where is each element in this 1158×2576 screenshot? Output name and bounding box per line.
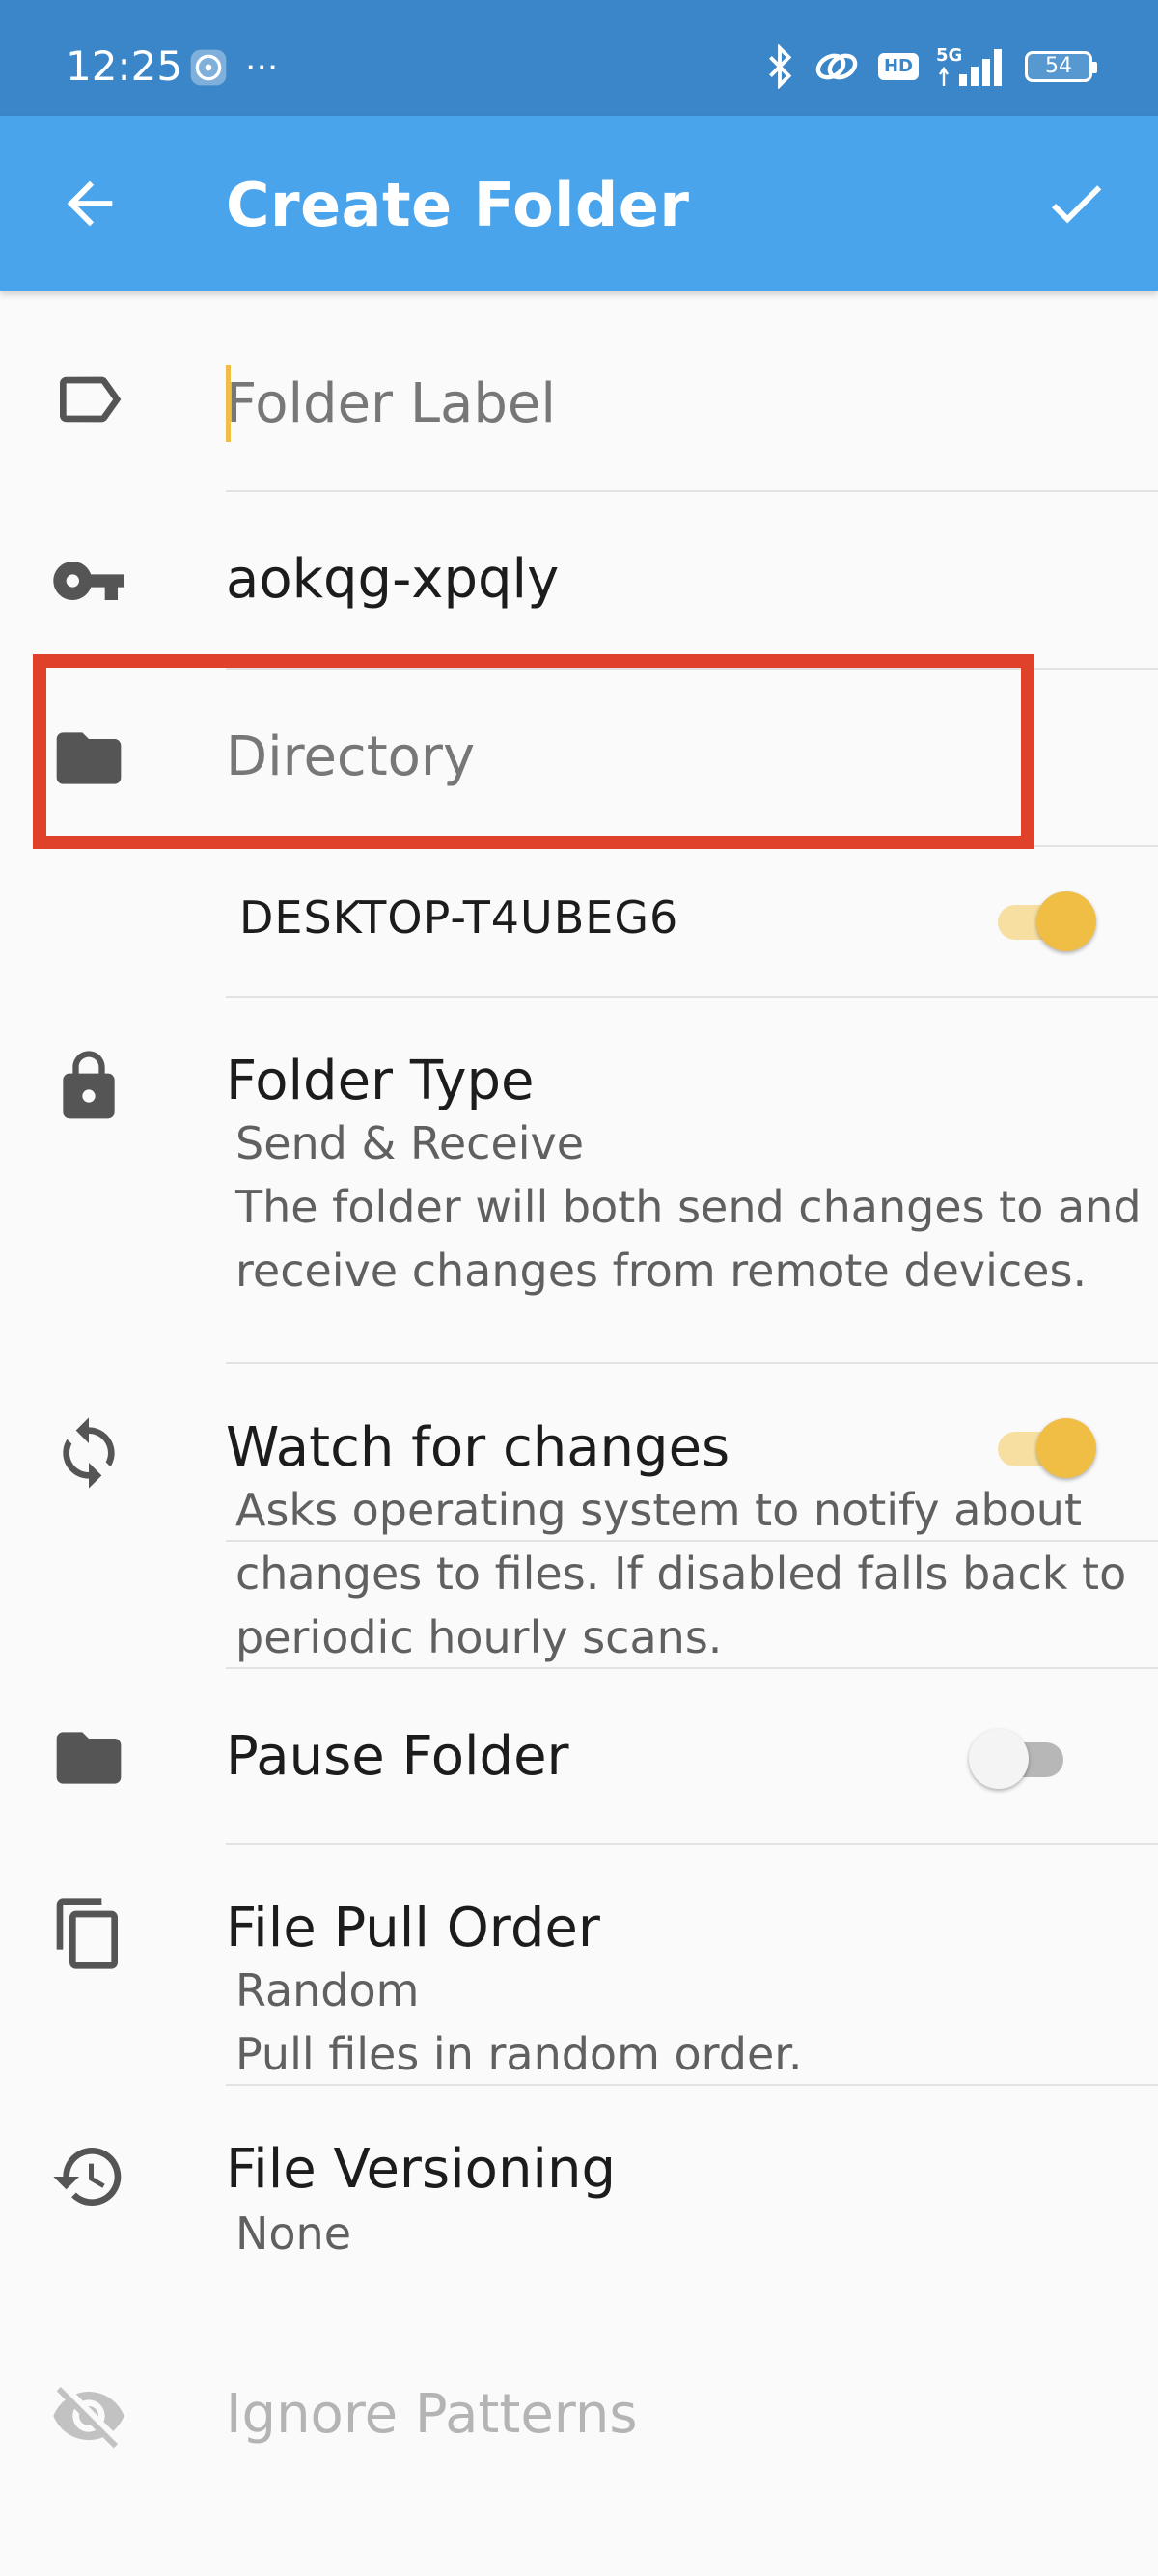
- key-icon: [53, 562, 124, 600]
- folder-label-row: Folder Label: [0, 291, 1158, 492]
- history-icon: [53, 2148, 122, 2206]
- pause-folder-toggle[interactable]: [969, 1723, 1075, 1791]
- bluetooth-icon: [769, 44, 792, 89]
- folder-id-row: aokqg-xpqly: [0, 492, 1158, 670]
- hd-icon: HD: [877, 53, 919, 80]
- status-right-icons: HD 5G 54: [764, 42, 1097, 91]
- toggle-thumb: [1036, 891, 1096, 951]
- pull-order-title: File Pull Order: [226, 1897, 600, 1959]
- back-arrow-icon[interactable]: [56, 170, 124, 237]
- folder-icon: [56, 1732, 122, 1784]
- check-icon[interactable]: [1042, 170, 1110, 237]
- eye-off-icon: [53, 2387, 124, 2449]
- highlight-box: [33, 654, 1034, 849]
- device-name: DESKTOP-T4UBEG6: [239, 891, 679, 944]
- folder-type-description: The folder will both send changes to and: [235, 1181, 1142, 1233]
- device-row: DESKTOP-T4UBEG6: [0, 847, 1158, 998]
- signal-icon: 5G: [936, 45, 1007, 88]
- sync-icon: [63, 1417, 115, 1489]
- folder-type-row[interactable]: Folder Type Send & Receive The folder wi…: [0, 998, 1158, 1364]
- folder-label-input[interactable]: Folder Label: [226, 372, 556, 435]
- folder-type-title: Folder Type: [226, 1050, 535, 1112]
- label-icon: [60, 376, 122, 423]
- steering-icon: [190, 49, 227, 86]
- watch-changes-description: changes to files. If disabled falls back…: [235, 1548, 1127, 1600]
- watch-changes-description: periodic hourly scans.: [235, 1611, 723, 1663]
- watch-changes-toggle[interactable]: [990, 1412, 1096, 1480]
- pull-order-row[interactable]: File Pull Order Random Pull files in ran…: [0, 1845, 1158, 2084]
- more-notifications-icon: ···: [245, 47, 279, 88]
- link-icon: [815, 53, 858, 80]
- watch-changes-title: Watch for changes: [226, 1416, 731, 1479]
- app-toolbar: Create Folder: [0, 116, 1158, 291]
- versioning-row[interactable]: File Versioning None: [0, 2086, 1158, 2327]
- status-bar: 12:25 ··· HD 5G 54: [0, 0, 1158, 116]
- battery-icon: 54: [1025, 51, 1097, 82]
- folder-type-value: Send & Receive: [235, 1117, 585, 1169]
- page-title: Create Folder: [226, 170, 690, 240]
- toggle-thumb: [1036, 1418, 1096, 1478]
- battery-level: 54: [1045, 54, 1072, 78]
- status-left-icons: ···: [189, 46, 278, 89]
- watch-changes-row: Watch for changes Asks operating system …: [0, 1364, 1158, 1665]
- versioning-value: None: [235, 2207, 352, 2260]
- ignore-patterns-row: Ignore Patterns: [0, 2327, 1158, 2510]
- device-share-toggle[interactable]: [990, 886, 1096, 953]
- lock-icon: [63, 1051, 115, 1119]
- versioning-title: File Versioning: [226, 2138, 617, 2201]
- divider: [226, 1540, 1158, 1542]
- watch-changes-description: Asks operating system to notify about: [235, 1484, 1082, 1536]
- copy-icon: [56, 1898, 118, 1969]
- folder-type-description: receive changes from remote devices.: [235, 1245, 1088, 1297]
- toggle-thumb: [969, 1729, 1029, 1789]
- ignore-patterns-title: Ignore Patterns: [226, 2383, 638, 2446]
- folder-id-input[interactable]: aokqg-xpqly: [226, 548, 559, 611]
- pause-folder-row: Pause Folder: [0, 1669, 1158, 1845]
- pull-order-value: Random: [235, 1964, 420, 2016]
- pull-order-description: Pull files in random order.: [235, 2028, 803, 2080]
- clock: 12:25: [66, 42, 183, 90]
- pause-folder-title: Pause Folder: [226, 1725, 569, 1788]
